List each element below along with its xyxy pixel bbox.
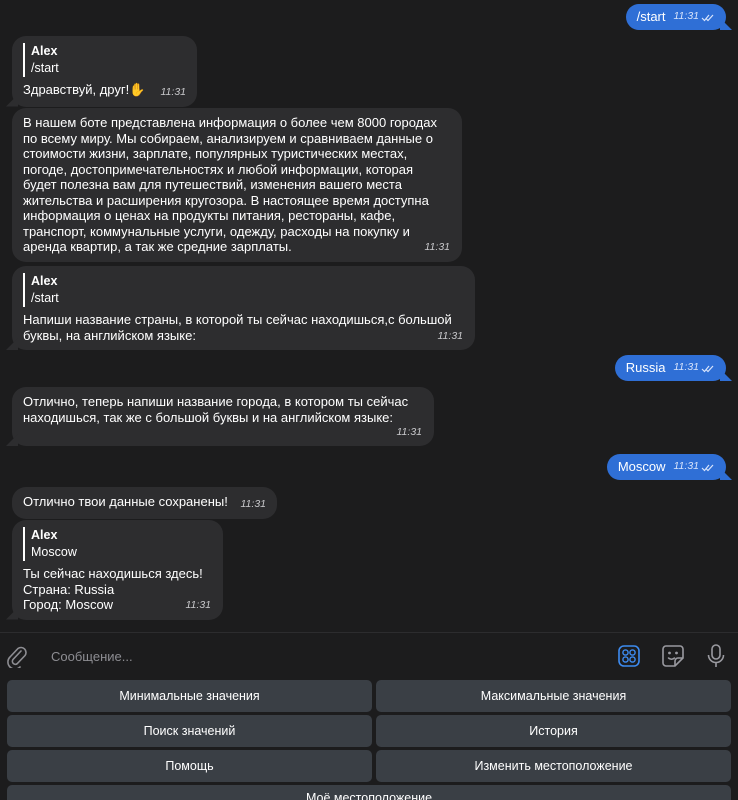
message-time: 11:31 <box>160 86 187 98</box>
reply-author: Alex <box>31 274 58 288</box>
keyboard-button-help[interactable]: Помощь <box>7 750 372 782</box>
outgoing-message[interactable]: Moscow 11:31 <box>606 454 726 480</box>
message-time: 11:31 <box>673 10 700 23</box>
outgoing-message[interactable]: /start 11:31 <box>625 4 726 30</box>
message-time: 11:31 <box>437 329 464 342</box>
reply-quote[interactable]: Alex /start <box>23 43 186 77</box>
message-text: Ты сейчас находишься здесь! Страна: Russ… <box>23 566 203 612</box>
keyboard-button-change-location[interactable]: Изменить местоположение <box>376 750 731 782</box>
message-text: Moscow <box>617 459 666 475</box>
reply-text: Moscow <box>31 545 77 559</box>
keyboard-button-my-location[interactable]: Моё местоположение <box>7 785 731 800</box>
bot-reply-keyboard: Минимальные значения Максимальные значен… <box>0 678 738 800</box>
double-check-icon <box>701 463 715 472</box>
reply-quote[interactable]: Alex /start <box>23 273 464 307</box>
double-check-icon <box>701 13 715 22</box>
microphone-icon[interactable] <box>705 643 727 669</box>
keyboard-button-max-values[interactable]: Максимальные значения <box>376 680 731 712</box>
message-input[interactable]: Сообщение... <box>51 649 133 664</box>
keyboard-button-min-values[interactable]: Минимальные значения <box>7 680 372 712</box>
bot-commands-icon[interactable] <box>617 644 641 668</box>
reply-author: Alex <box>31 528 58 542</box>
paperclip-icon[interactable] <box>5 643 29 669</box>
message-time: 11:31 <box>396 425 423 438</box>
message-text: Отлично твои данные сохранены! <box>23 494 228 509</box>
message-text: В нашем боте представлена информация о б… <box>23 115 437 254</box>
message-text: /start <box>636 9 666 25</box>
incoming-message[interactable]: Alex /start 11:31 Здравствуй, друг!✋ <box>12 36 197 107</box>
keyboard-button-history[interactable]: История <box>376 715 731 747</box>
message-text: Russia <box>625 360 666 376</box>
incoming-message[interactable]: В нашем боте представлена информация о б… <box>12 108 462 262</box>
reply-quote[interactable]: Alex Moscow <box>23 527 212 561</box>
incoming-message[interactable]: Alex Moscow Ты сейчас находишься здесь! … <box>12 520 223 620</box>
message-time: 11:31 <box>424 241 451 253</box>
message-text: Напиши название страны, в которой ты сей… <box>23 312 452 343</box>
message-time: 11:31 <box>240 498 267 510</box>
message-time: 11:31 <box>673 460 700 473</box>
incoming-message[interactable]: Отлично, теперь напиши название города, … <box>12 387 434 446</box>
message-text: Отлично, теперь напиши название города, … <box>23 394 409 425</box>
reply-text: /start <box>31 291 59 305</box>
incoming-message[interactable]: 11:31 Отлично твои данные сохранены! <box>12 487 277 519</box>
double-check-icon <box>701 364 715 373</box>
message-time: 11:31 <box>673 361 700 374</box>
outgoing-message[interactable]: Russia 11:31 <box>614 355 726 381</box>
incoming-message[interactable]: Alex /start Напиши название страны, в ко… <box>12 266 475 350</box>
keyboard-button-search-values[interactable]: Поиск значений <box>7 715 372 747</box>
reply-text: /start <box>31 61 59 75</box>
chat-area: /start 11:31 Alex /start 11:31 Здравству… <box>0 0 738 632</box>
message-input-bar: Сообщение... <box>0 632 738 678</box>
message-time: 11:31 <box>185 599 212 611</box>
sticker-icon[interactable] <box>660 643 686 669</box>
reply-author: Alex <box>31 44 58 58</box>
